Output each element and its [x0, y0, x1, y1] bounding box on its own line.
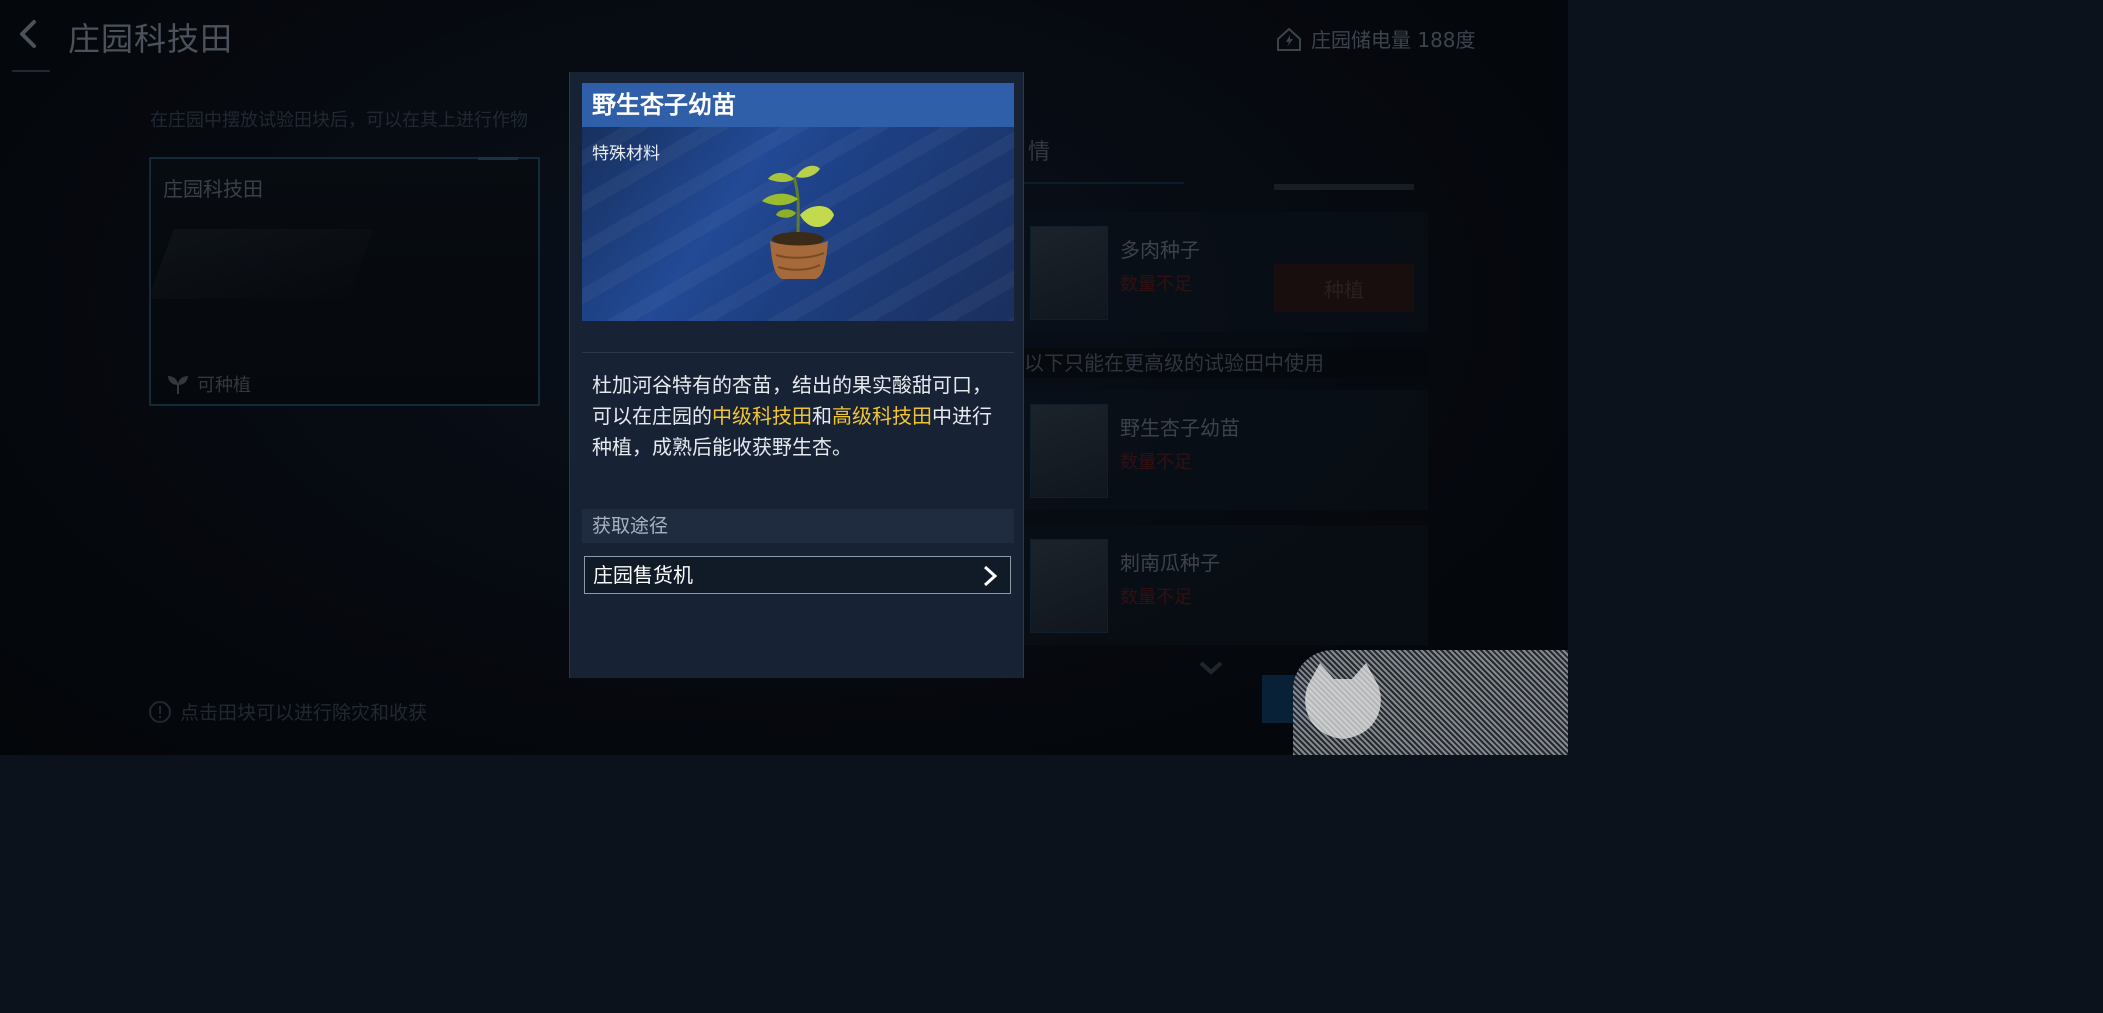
desc-text-2: 和	[812, 404, 832, 428]
modal-divider	[582, 352, 1014, 353]
seedling-pot-icon	[762, 165, 834, 279]
item-detail-modal: 野生杏子幼苗 特殊材料 杜加河谷特有的杏苗，结出的果实酸甜可口，可以在庄园的中级…	[569, 72, 1024, 678]
item-category: 特殊材料	[592, 144, 660, 164]
source-item-vending-machine[interactable]: 庄园售货机	[584, 556, 1011, 594]
chevron-right-icon	[983, 565, 998, 587]
source-item-label: 庄园售货机	[593, 563, 693, 587]
desc-highlight-mid-field: 中级科技田	[712, 404, 812, 428]
item-art-panel: 特殊材料	[582, 127, 1014, 321]
item-title: 野生杏子幼苗	[582, 83, 1014, 127]
item-description: 杜加河谷特有的杏苗，结出的果实酸甜可口，可以在庄园的中级科技田和高级科技田中进行…	[592, 370, 1004, 463]
desc-highlight-high-field: 高级科技田	[832, 404, 932, 428]
source-section-label: 获取途径	[582, 509, 1014, 543]
cat-watermark-icon	[1305, 663, 1381, 739]
